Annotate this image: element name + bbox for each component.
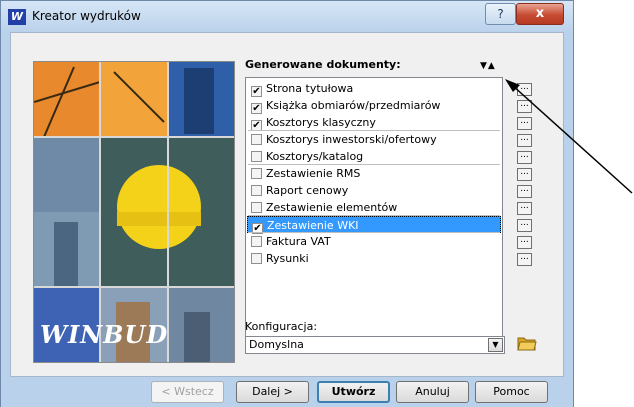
cancel-button[interactable]: Anuluj (396, 381, 469, 403)
document-item[interactable]: Kosztorys inwestorski/ofertowy (247, 131, 501, 148)
document-item[interactable]: Zestawienie RMS (247, 165, 501, 182)
item-options-button[interactable]: ... (517, 83, 532, 96)
close-button[interactable]: x (516, 3, 564, 25)
next-button[interactable]: Dalej > (236, 381, 309, 403)
back-button[interactable]: < Wstecz (151, 381, 224, 403)
document-item-label: Raport cenowy (266, 184, 349, 197)
dropdown-arrow-icon[interactable]: ▼ (488, 338, 503, 352)
document-item-label: Kosztorys inwestorski/ofertowy (266, 133, 437, 146)
unchecked-checkbox[interactable] (251, 253, 262, 264)
document-item[interactable]: ✔ Zestawienie WKI (247, 216, 501, 234)
document-item[interactable]: ✔ Książka obmiarów/przedmiarów (247, 97, 501, 114)
help-titlebar-button[interactable]: ? (485, 3, 516, 25)
list-separator (248, 130, 500, 131)
unchecked-checkbox[interactable] (251, 168, 262, 179)
document-item-label: Zestawienie RMS (266, 167, 361, 180)
documents-listbox[interactable]: ✔ Strona tytułowa ✔ Książka obmiarów/przedm… (245, 77, 503, 339)
winbud-logo: WINBUD (40, 320, 169, 349)
window-title: Kreator wydruków (32, 9, 141, 23)
wizard-illustration: WINBUD (33, 61, 235, 363)
list-separator (248, 232, 500, 233)
list-separator (248, 215, 500, 216)
document-item[interactable]: Rysunki (247, 250, 501, 267)
document-item[interactable]: Kosztorys/katalog (247, 148, 501, 165)
sort-arrows[interactable]: ▼▲ (480, 61, 496, 71)
config-label: Konfiguracja: (245, 320, 318, 333)
construction-collage-image (34, 62, 234, 362)
document-item-label: Rysunki (266, 252, 309, 265)
checked-checkbox[interactable]: ✔ (251, 103, 262, 114)
create-button[interactable]: Utwórz (317, 381, 390, 403)
document-item[interactable]: Raport cenowy (247, 182, 501, 199)
item-options-button[interactable]: ... (517, 236, 532, 249)
document-item[interactable]: ✔ Strona tytułowa (247, 80, 501, 97)
document-item-label: Kosztorys klasyczny (266, 116, 376, 129)
item-options-button[interactable]: ... (517, 117, 532, 130)
document-item-label: Kosztorys/katalog (266, 150, 364, 163)
document-item-label: Zestawienie WKI (267, 219, 359, 232)
item-options-button[interactable]: ... (517, 202, 532, 215)
unchecked-checkbox[interactable] (251, 151, 262, 162)
document-item-label: Faktura VAT (266, 235, 331, 248)
dialog-client-area: WINBUD Generowane dokumenty: ▼▲ ✔ Strona … (10, 32, 564, 377)
document-item-label: Książka obmiarów/przedmiarów (266, 99, 441, 112)
documents-heading: Generowane dokumenty: (245, 58, 401, 71)
app-icon: W (8, 9, 26, 25)
list-separator (248, 164, 500, 165)
checked-checkbox[interactable]: ✔ (251, 86, 262, 97)
help-button[interactable]: Pomoc (475, 381, 548, 403)
open-folder-icon[interactable] (517, 334, 537, 352)
item-options-button[interactable]: ... (517, 219, 532, 232)
unchecked-checkbox[interactable] (251, 185, 262, 196)
config-value: Domyslna (249, 338, 304, 351)
item-options-button[interactable]: ... (517, 168, 532, 181)
document-item[interactable]: ✔ Kosztorys klasyczny (247, 114, 501, 131)
item-options-button[interactable]: ... (517, 151, 532, 164)
unchecked-checkbox[interactable] (251, 202, 262, 213)
print-wizard-window: W Kreator wydruków ? x WINBUD Generowane… (0, 0, 574, 407)
unchecked-checkbox[interactable] (251, 236, 262, 247)
config-combobox[interactable]: Domyslna ▼ (245, 336, 505, 354)
document-item[interactable]: Faktura VAT (247, 233, 501, 250)
document-item[interactable]: Zestawienie elementów (247, 199, 501, 216)
item-options-button[interactable]: ... (517, 134, 532, 147)
item-options-button[interactable]: ... (517, 185, 532, 198)
item-options-button[interactable]: ... (517, 100, 532, 113)
document-item-label: Zestawienie elementów (266, 201, 398, 214)
unchecked-checkbox[interactable] (251, 134, 262, 145)
document-item-label: Strona tytułowa (266, 82, 354, 95)
item-options-button[interactable]: ... (517, 253, 532, 266)
title-bar[interactable]: W Kreator wydruków ? x (1, 1, 573, 31)
